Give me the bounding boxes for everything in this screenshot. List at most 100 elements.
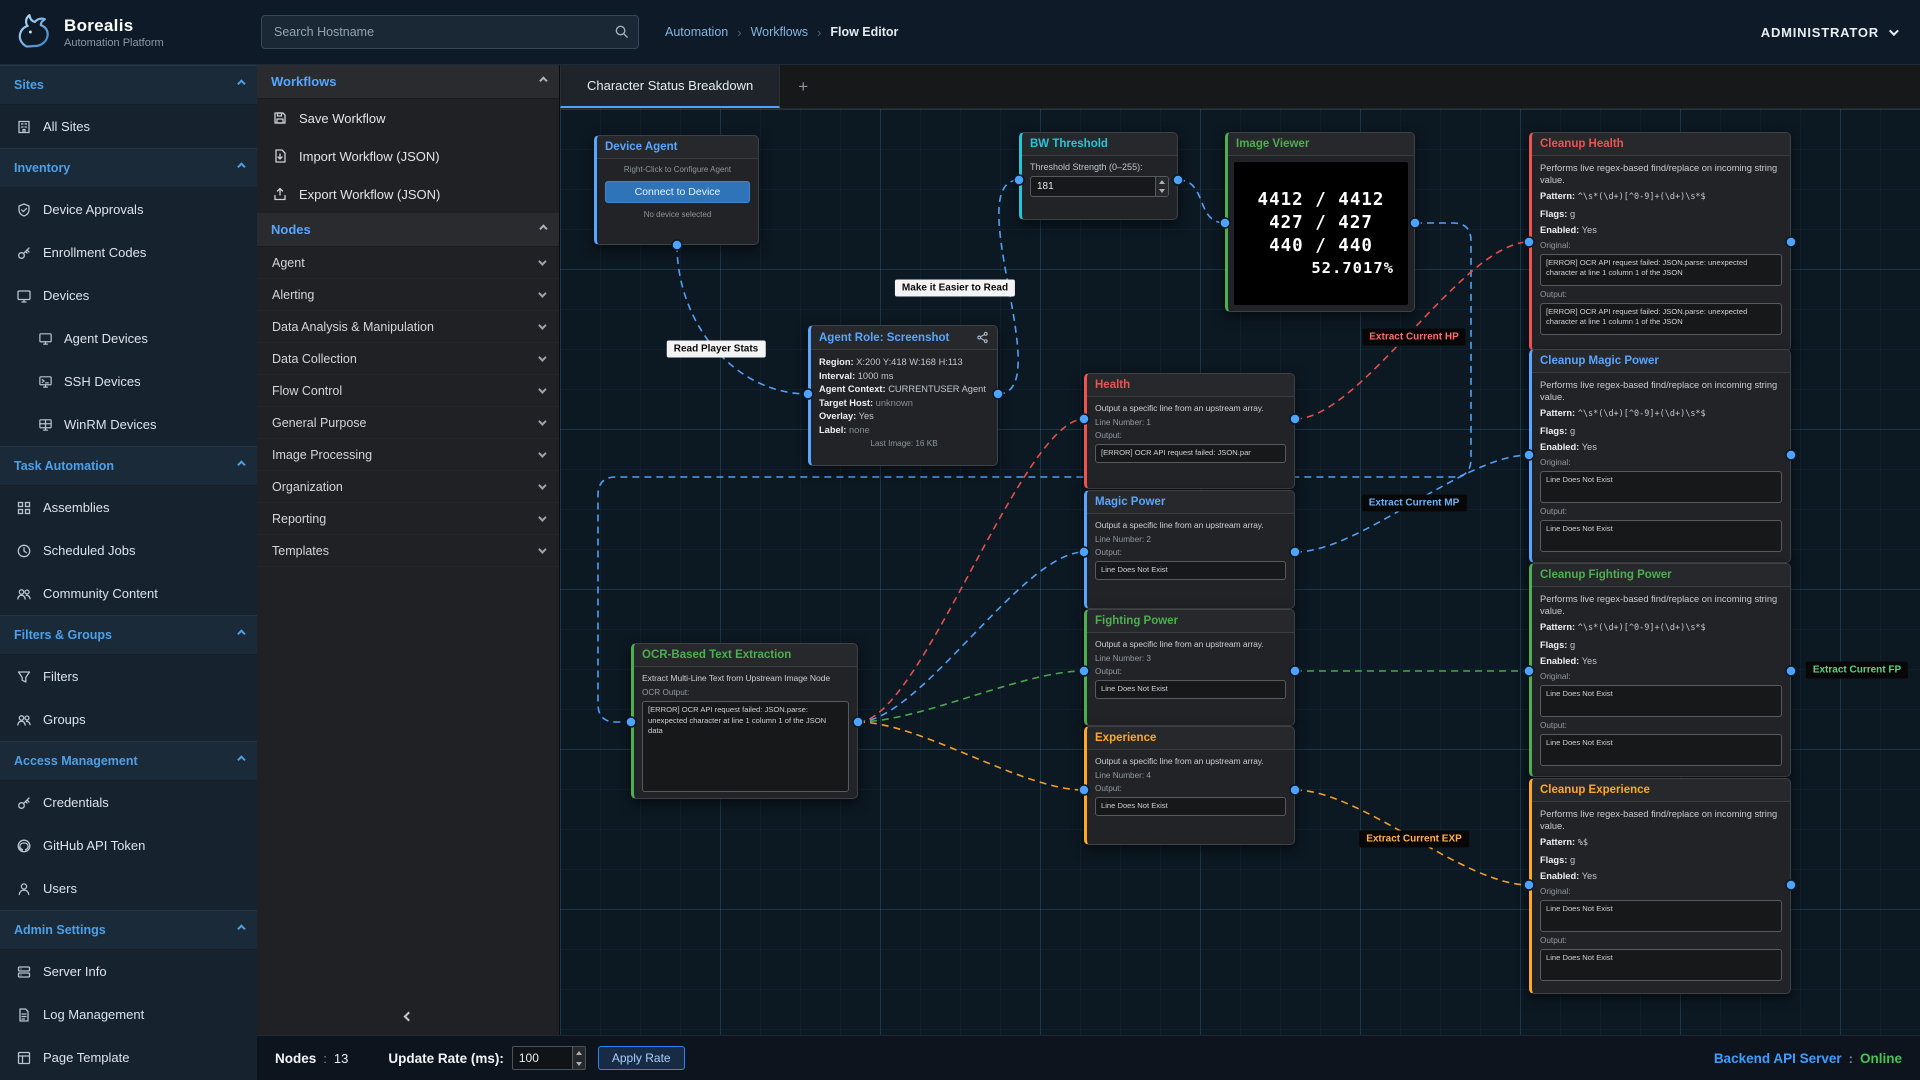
threshold-input[interactable] xyxy=(1031,177,1155,196)
output-textarea[interactable]: Line Does Not Exist xyxy=(1540,520,1782,552)
sidebar-item-all-sites[interactable]: All Sites xyxy=(0,105,257,148)
node-cleanup-experience[interactable]: Cleanup Experience Performs live regex-b… xyxy=(1529,778,1791,994)
sidebar-item-github-api-token[interactable]: GitHub API Token xyxy=(0,824,257,867)
update-rate-input[interactable] xyxy=(513,1047,572,1069)
sidebar-item-credentials[interactable]: Credentials xyxy=(0,781,257,824)
handle-screenshot-out[interactable] xyxy=(993,389,1003,399)
handle-ocr-in[interactable] xyxy=(626,717,636,727)
edge-device-agent-to-screenshot[interactable] xyxy=(677,245,808,394)
connect-to-device-button[interactable]: Connect to Device xyxy=(605,181,750,203)
sidebar-item-log-management[interactable]: Log Management xyxy=(0,993,257,1036)
handle-image-viewer-in[interactable] xyxy=(1220,218,1230,228)
node-category-data-analysis[interactable]: Data Analysis & Manipulation xyxy=(257,311,559,343)
node-bw-threshold[interactable]: BW Threshold Threshold Strength (0–255): xyxy=(1019,132,1178,220)
edge-label-extract-current-mp[interactable]: Extract Current MP xyxy=(1362,495,1467,512)
sidebar-item-devices[interactable]: Devices xyxy=(0,274,257,317)
handle-fighting-in[interactable] xyxy=(1079,666,1089,676)
handle-bw-threshold-in[interactable] xyxy=(1014,175,1024,185)
original-textarea[interactable]: Line Does Not Exist xyxy=(1540,900,1782,932)
tab-character-status-breakdown[interactable]: Character Status Breakdown xyxy=(560,65,780,108)
hostname-searchbox[interactable] xyxy=(261,15,639,49)
sidebar-item-users[interactable]: Users xyxy=(0,867,257,910)
original-textarea[interactable]: Line Does Not Exist xyxy=(1540,471,1782,503)
node-category-agent[interactable]: Agent xyxy=(257,247,559,279)
handle-fighting-out[interactable] xyxy=(1290,666,1300,676)
handle-cleanup-magic-out[interactable] xyxy=(1786,450,1796,460)
edge-ocr-to-experience[interactable] xyxy=(858,722,1084,790)
sidebar-item-groups[interactable]: Groups xyxy=(0,698,257,741)
node-ocr-text-extraction[interactable]: OCR-Based Text Extraction Extract Multi-… xyxy=(631,643,858,799)
save-workflow-button[interactable]: Save Workflow xyxy=(257,99,559,137)
breadcrumb-workflows[interactable]: Workflows xyxy=(751,25,808,39)
handle-cleanup-fighting-in[interactable] xyxy=(1524,666,1534,676)
share-icon[interactable] xyxy=(976,331,989,344)
node-cleanup-fighting-power[interactable]: Cleanup Fighting Power Performs live reg… xyxy=(1529,563,1791,777)
handle-image-viewer-out[interactable] xyxy=(1410,218,1420,228)
handle-cleanup-experience-out[interactable] xyxy=(1786,880,1796,890)
node-category-image-processing[interactable]: Image Processing xyxy=(257,439,559,471)
output-field[interactable]: [ERROR] OCR API request failed: JSON.par xyxy=(1095,444,1286,463)
node-category-organization[interactable]: Organization xyxy=(257,471,559,503)
edge-ocr-to-fighting-power[interactable] xyxy=(858,671,1084,722)
spinner-icon[interactable] xyxy=(572,1047,585,1069)
sidebar-item-assemblies[interactable]: Assemblies xyxy=(0,486,257,529)
sidebar-section-task-automation[interactable]: Task Automation xyxy=(0,446,257,486)
sidebar-section-admin-settings[interactable]: Admin Settings xyxy=(0,910,257,950)
node-experience[interactable]: Experience Output a specific line from a… xyxy=(1084,726,1295,845)
import-workflow-button[interactable]: Import Workflow (JSON) xyxy=(257,137,559,175)
export-workflow-button[interactable]: Export Workflow (JSON) xyxy=(257,175,559,213)
handle-health-out[interactable] xyxy=(1290,414,1300,424)
edge-label-extract-current-hp[interactable]: Extract Current HP xyxy=(1362,329,1465,346)
node-agent-role-screenshot[interactable]: Agent Role: Screenshot Region: X:200 Y:4… xyxy=(808,325,998,466)
node-image-viewer[interactable]: Image Viewer 4412 / 4412 427 / 427 440 /… xyxy=(1225,132,1415,312)
sidebar-section-access-management[interactable]: Access Management xyxy=(0,741,257,781)
output-textarea[interactable]: [ERROR] OCR API request failed: JSON.par… xyxy=(1540,303,1782,335)
sidebar-item-winrm-devices[interactable]: WinRM Devices xyxy=(0,403,257,446)
sidebar-item-filters[interactable]: Filters xyxy=(0,655,257,698)
handle-screenshot-in[interactable] xyxy=(803,389,813,399)
node-cleanup-health[interactable]: Cleanup Health Performs live regex-based… xyxy=(1529,132,1791,351)
handle-device-agent-out[interactable] xyxy=(672,240,682,250)
handle-cleanup-health-out[interactable] xyxy=(1786,237,1796,247)
workflows-section-header[interactable]: Workflows xyxy=(257,65,559,99)
handle-cleanup-magic-in[interactable] xyxy=(1524,450,1534,460)
node-magic-power[interactable]: Magic Power Output a specific line from … xyxy=(1084,490,1295,609)
sidebar-section-inventory[interactable]: Inventory xyxy=(0,148,257,188)
sidebar-section-sites[interactable]: Sites xyxy=(0,65,257,105)
sidebar-item-ssh-devices[interactable]: SSH Devices xyxy=(0,360,257,403)
original-textarea[interactable]: [ERROR] OCR API request failed: JSON.par… xyxy=(1540,254,1782,286)
node-device-agent[interactable]: Device Agent Right-Click to Configure Ag… xyxy=(594,135,759,245)
flow-canvas[interactable]: Device Agent Right-Click to Configure Ag… xyxy=(560,109,1920,1035)
spinner-icon[interactable] xyxy=(1155,177,1168,196)
output-field[interactable]: Line Does Not Exist xyxy=(1095,797,1286,816)
output-field[interactable]: Line Does Not Exist xyxy=(1095,561,1286,580)
handle-cleanup-experience-in[interactable] xyxy=(1524,880,1534,890)
handle-bw-threshold-out[interactable] xyxy=(1173,175,1183,185)
edge-bw-threshold-to-image-viewer[interactable] xyxy=(1178,180,1225,223)
sidebar-item-community-content[interactable]: Community Content xyxy=(0,572,257,615)
output-field[interactable]: Line Does Not Exist xyxy=(1095,680,1286,699)
handle-magic-in[interactable] xyxy=(1079,547,1089,557)
edge-label-read-player-stats[interactable]: Read Player Stats xyxy=(667,341,766,358)
node-cleanup-magic-power[interactable]: Cleanup Magic Power Performs live regex-… xyxy=(1529,349,1791,563)
node-fighting-power[interactable]: Fighting Power Output a specific line fr… xyxy=(1084,609,1295,726)
handle-experience-out[interactable] xyxy=(1290,785,1300,795)
output-textarea[interactable]: Line Does Not Exist xyxy=(1540,949,1782,981)
ocr-output-textarea[interactable]: [ERROR] OCR API request failed: JSON.par… xyxy=(642,701,849,792)
node-category-templates[interactable]: Templates xyxy=(257,535,559,567)
sidebar-item-agent-devices[interactable]: Agent Devices xyxy=(0,317,257,360)
handle-health-in[interactable] xyxy=(1079,414,1089,424)
original-textarea[interactable]: Line Does Not Exist xyxy=(1540,685,1782,717)
edge-label-extract-current-fp[interactable]: Extract Current FP xyxy=(1806,662,1908,679)
edge-ocr-to-magic-power[interactable] xyxy=(858,552,1084,722)
threshold-stepper[interactable] xyxy=(1030,176,1169,197)
node-category-data-collection[interactable]: Data Collection xyxy=(257,343,559,375)
node-category-flow-control[interactable]: Flow Control xyxy=(257,375,559,407)
node-category-alerting[interactable]: Alerting xyxy=(257,279,559,311)
search-input[interactable] xyxy=(261,15,639,49)
sidebar-item-device-approvals[interactable]: Device Approvals xyxy=(0,188,257,231)
sidebar-item-enrollment-codes[interactable]: Enrollment Codes xyxy=(0,231,257,274)
edge-label-extract-current-exp[interactable]: Extract Current EXP xyxy=(1359,831,1469,848)
update-rate-stepper[interactable] xyxy=(512,1046,586,1070)
collapse-panel-button[interactable] xyxy=(257,997,559,1035)
